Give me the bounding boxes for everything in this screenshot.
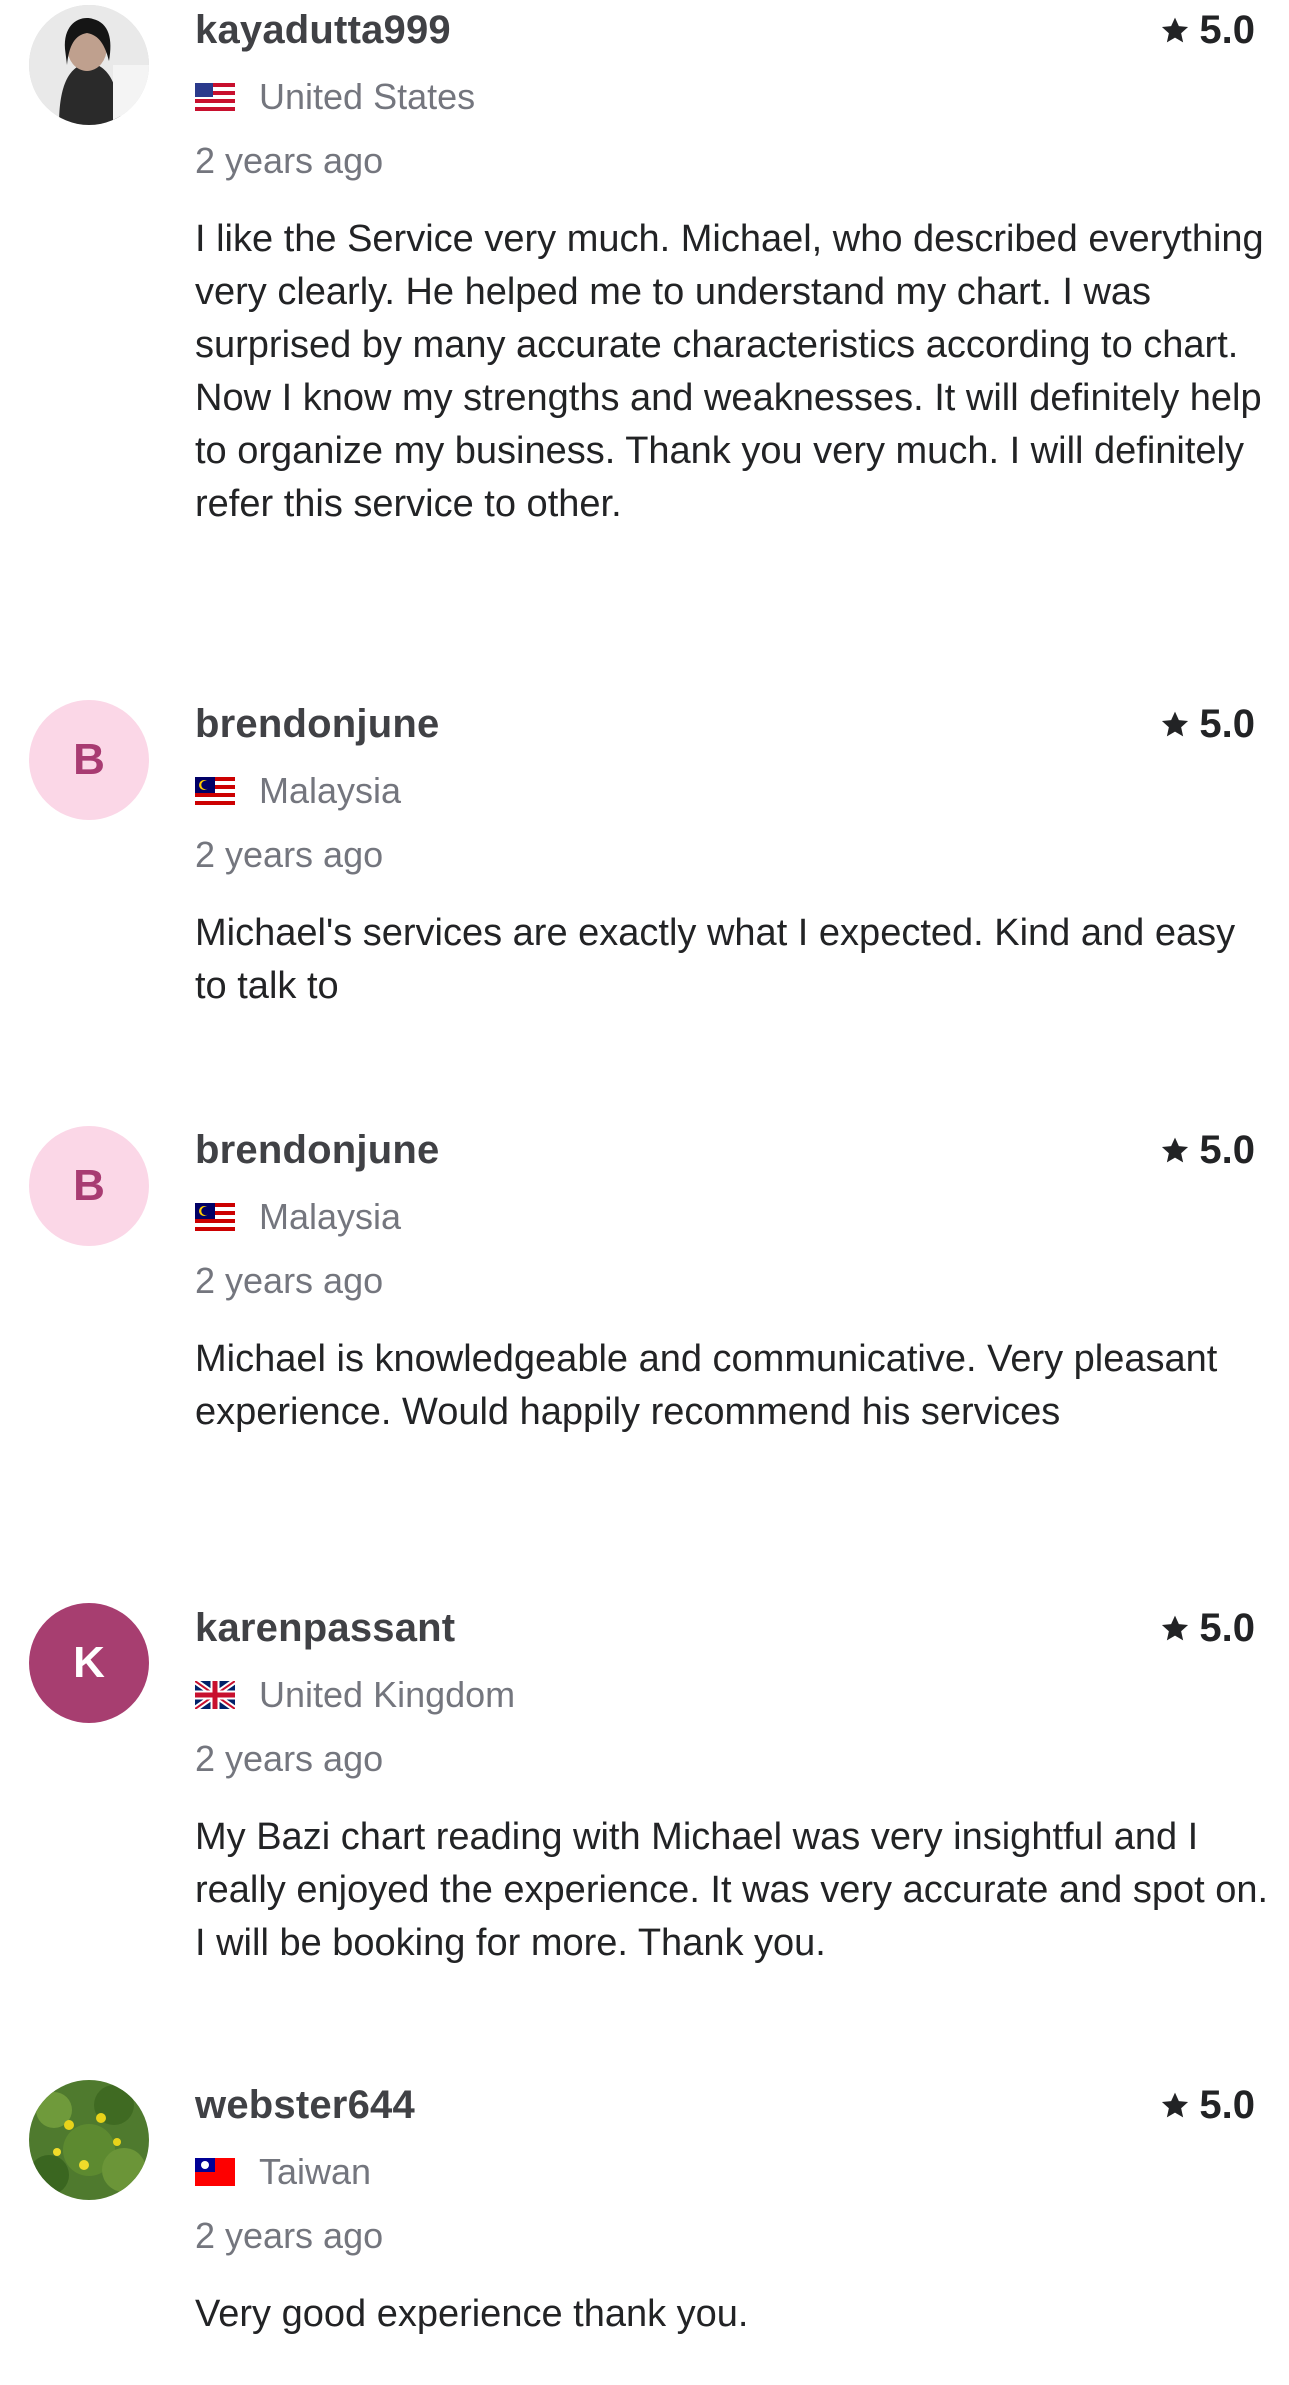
review-text: My Bazi chart reading with Michael was v… (195, 1816, 1269, 1964)
reviewer-country: Taiwan (195, 2151, 371, 2193)
reviewer-username[interactable]: karenpassant (195, 1606, 455, 1651)
rating-value: 5.0 (1199, 702, 1255, 746)
country-name: United States (259, 76, 476, 117)
rating-value: 5.0 (1199, 1128, 1255, 1172)
star-icon (1162, 1615, 1189, 1640)
my-flag-icon (195, 1203, 235, 1231)
reviewer-username[interactable]: webster644 (195, 2083, 415, 2128)
country-name: Malaysia (259, 770, 402, 811)
review-text: Very good experience thank you. (195, 2293, 749, 2335)
reviewer-username[interactable]: brendonjune (195, 702, 439, 747)
review-rating: 5.0 (1159, 2083, 1255, 2128)
review-time: 2 years ago (195, 834, 384, 875)
star-icon (1162, 711, 1189, 736)
tw-flag-icon (195, 2158, 235, 2186)
review-rating: 5.0 (1159, 8, 1255, 53)
reviewer-country: United States (195, 76, 475, 118)
user-avatar-photo[interactable] (29, 2080, 149, 2200)
review-text: Michael is knowledgeable and communicati… (195, 1338, 1218, 1433)
star-icon (1162, 1137, 1189, 1162)
review-rating: 5.0 (1159, 702, 1255, 747)
review-rating: 5.0 (1159, 1606, 1255, 1651)
country-name: Taiwan (259, 2151, 372, 2192)
review-time: 2 years ago (195, 1738, 384, 1779)
review-text: I like the Service very much. Michael, w… (195, 218, 1264, 525)
review-time: 2 years ago (195, 1260, 384, 1301)
star-icon (1162, 17, 1189, 42)
uk-flag-icon (195, 1681, 235, 1709)
reviewer-username[interactable]: brendonjune (195, 1128, 439, 1173)
reviewer-username[interactable]: kayadutta999 (195, 8, 451, 53)
reviewer-country: Malaysia (195, 770, 401, 812)
reviewer-country: Malaysia (195, 1196, 401, 1238)
star-icon (1162, 2092, 1189, 2117)
review-rating: 5.0 (1159, 1128, 1255, 1173)
review-time: 2 years ago (195, 2215, 384, 2256)
user-avatar-photo[interactable] (29, 5, 149, 125)
review-time: 2 years ago (195, 140, 384, 181)
reviewer-country: United Kingdom (195, 1674, 515, 1716)
review-text: Michael's services are exactly what I ex… (195, 912, 1236, 1007)
rating-value: 5.0 (1199, 8, 1255, 52)
user-avatar-initial[interactable]: K (29, 1603, 149, 1723)
country-name: United Kingdom (259, 1674, 516, 1715)
country-name: Malaysia (259, 1196, 402, 1237)
user-avatar-initial[interactable]: B (29, 700, 149, 820)
user-avatar-initial[interactable]: B (29, 1126, 149, 1246)
my-flag-icon (195, 777, 235, 805)
rating-value: 5.0 (1199, 1606, 1255, 1650)
us-flag-icon (195, 83, 235, 111)
rating-value: 5.0 (1199, 2083, 1255, 2127)
